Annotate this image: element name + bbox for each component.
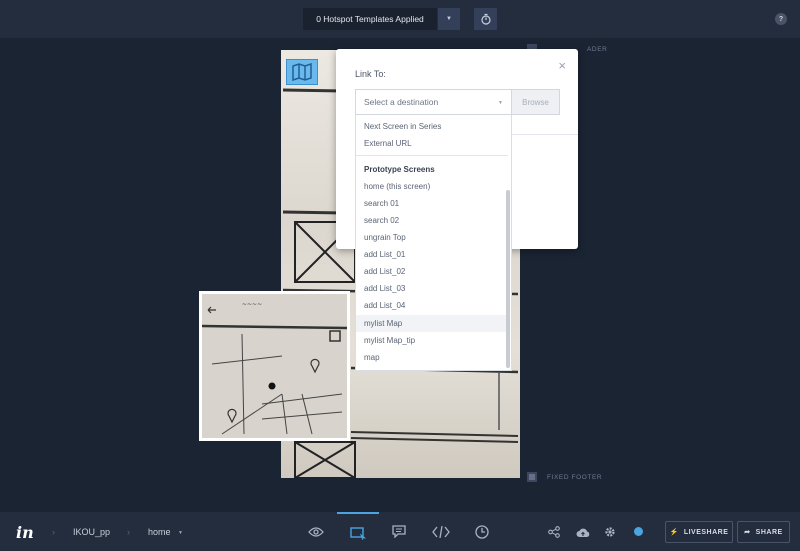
hotspot-area[interactable] [286,59,318,85]
inspect-mode-button[interactable] [420,512,462,551]
dropdown-section-header: Prototype Screens [364,165,435,174]
chevron-down-icon: ▼ [446,16,452,22]
dropdown-item-screen[interactable]: add List_02 [356,263,508,280]
sync-button[interactable] [576,525,590,539]
breadcrumb-screen[interactable]: home [148,527,171,537]
build-mode-button[interactable] [337,512,379,551]
fixed-footer-label[interactable]: FIXED FOOTER [527,472,602,482]
breadcrumb-chevron-icon: › [52,527,55,537]
breadcrumb-project[interactable]: IKOU_pp [73,527,110,537]
help-button[interactable]: ? [775,13,787,25]
share-arrow-icon: ➦ [744,529,751,536]
share-button[interactable]: ➦ SHARE [737,521,790,543]
link-to-title: Link To: [355,69,386,79]
chevron-down-icon: ▼ [498,100,503,106]
gear-icon [605,527,615,537]
hotspot-icon [350,526,366,540]
dropdown-item-screen[interactable]: search 02 [356,212,508,229]
dropdown-item-external-url[interactable]: External URL [356,135,508,152]
clock-icon [475,524,489,539]
settings-button[interactable] [603,525,617,539]
link-target-preview: ~~~~ [199,291,350,441]
close-icon[interactable]: × [558,58,566,73]
dropdown-item-next-screen[interactable]: Next Screen in Series [356,118,508,135]
map-icon [292,63,312,81]
destination-dropdown: Next Screen in Series External URL Proto… [355,115,512,371]
eye-icon [308,526,324,537]
dropdown-item-screen[interactable]: add List_01 [356,246,508,263]
preview-sketch-image: ~~~~ [202,294,347,438]
destination-select[interactable]: Select a destination ▼ [355,89,512,115]
stopwatch-icon [480,13,491,25]
cloud-upload-icon [576,528,590,537]
preview-mode-button[interactable] [295,512,337,551]
dropdown-item-screen[interactable]: map [356,349,508,366]
invision-logo[interactable]: in [16,523,34,542]
comment-mode-button[interactable] [378,512,420,551]
dropdown-item-screen[interactable]: add List_04 [356,297,508,314]
code-icon [432,525,450,538]
dropdown-scrollbar[interactable] [506,190,510,368]
chevron-down-icon: ▼ [178,530,183,536]
history-mode-button[interactable] [461,512,503,551]
connect-button[interactable] [547,525,561,539]
svg-text:~~~~: ~~~~ [242,301,262,308]
footer-zone-icon [527,472,537,482]
dropdown-item-screen-hovered[interactable]: mylist Map [356,315,508,332]
liveshare-button[interactable]: ⚡ LIVESHARE [665,521,733,543]
templates-caret-button[interactable]: ▼ [438,8,460,30]
comment-icon [392,525,406,538]
lightning-icon: ⚡ [669,529,679,536]
share-nodes-icon [548,526,560,538]
status-indicator [634,527,643,536]
dropdown-item-screen[interactable]: home (this screen) [356,178,508,195]
timer-button[interactable] [474,8,497,30]
hotspot-templates-select[interactable]: 0 Hotspot Templates Applied [303,8,437,30]
top-toolbar: 0 Hotspot Templates Applied ▼ ? [0,0,800,38]
dropdown-item-screen[interactable]: mylist Map_tip [356,332,508,349]
dropdown-item-screen[interactable]: add List_03 [356,280,508,297]
panel-divider [512,134,578,135]
breadcrumb-chevron-icon: › [127,527,130,537]
dropdown-item-screen[interactable]: ungrain Top [356,229,508,246]
dropdown-separator [356,155,508,156]
browse-button[interactable]: Browse [512,89,560,115]
dropdown-item-screen[interactable]: search 01 [356,195,508,212]
